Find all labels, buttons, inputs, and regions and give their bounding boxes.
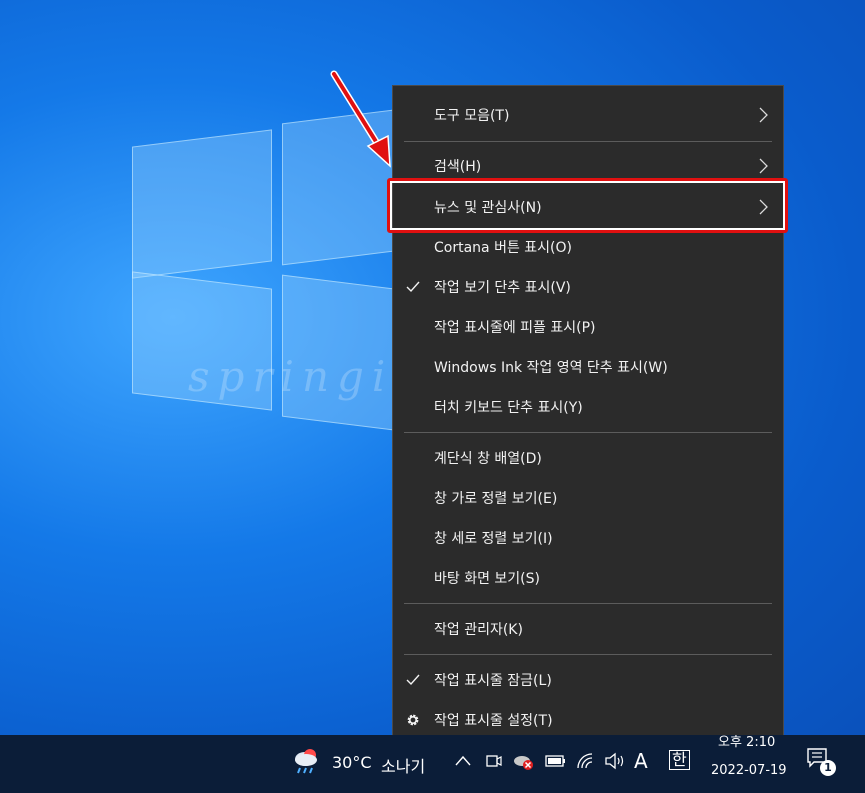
menu-item-label: 검색(H) [434, 159, 482, 175]
menu-item-cascade-windows[interactable]: 계단식 창 배열(D) [393, 438, 783, 478]
annotation-highlight-box [387, 178, 788, 233]
checkmark-icon [406, 674, 420, 686]
menu-separator [404, 603, 772, 604]
menu-item-label: 도구 모음(T) [434, 108, 510, 124]
checkmark-icon [406, 281, 420, 293]
menu-item-toolbars[interactable]: 도구 모음(T) [393, 95, 783, 135]
menu-item-label: 창 가로 정렬 보기(E) [434, 491, 558, 507]
weather-temperature[interactable]: 30°C [332, 753, 372, 772]
menu-item-label: 작업 표시줄 잠금(L) [434, 673, 552, 689]
menu-separator [404, 432, 772, 433]
menu-item-touch-keyboard[interactable]: 터치 키보드 단추 표시(Y) [393, 387, 783, 427]
menu-item-task-view-button[interactable]: 작업 보기 단추 표시(V) [393, 267, 783, 307]
weather-rain-icon[interactable] [292, 747, 322, 775]
menu-item-label: 바탕 화면 보기(S) [434, 571, 540, 587]
battery-icon[interactable] [545, 753, 567, 769]
menu-item-side-by-side[interactable]: 창 세로 정렬 보기(I) [393, 518, 783, 558]
ime-language-indicator[interactable]: A [634, 749, 648, 773]
menu-item-label: 계단식 창 배열(D) [434, 451, 542, 467]
menu-item-label: 작업 보기 단추 표시(V) [434, 280, 571, 296]
action-center-button[interactable]: 1 [806, 747, 840, 781]
chevron-up-icon[interactable] [455, 755, 471, 767]
menu-item-label: 작업 표시줄 설정(T) [434, 713, 553, 729]
watermark-text: springit [188, 352, 419, 401]
menu-item-label: 터치 키보드 단추 표시(Y) [434, 400, 583, 416]
notification-count-badge: 1 [820, 760, 836, 776]
menu-item-label: Windows Ink 작업 영역 단추 표시(W) [434, 360, 668, 376]
menu-item-windows-ink[interactable]: Windows Ink 작업 영역 단추 표시(W) [393, 347, 783, 387]
camera-icon[interactable] [485, 752, 503, 770]
logo-pane-top-left [132, 129, 272, 279]
menu-item-people[interactable]: 작업 표시줄에 피플 표시(P) [393, 307, 783, 347]
cloud-sync-error-icon[interactable] [513, 752, 535, 772]
menu-separator [404, 141, 772, 142]
taskbar: 30°C 소나기 A 한 오후 2:10 2022-07-19 1 [0, 735, 865, 793]
menu-item-label: 창 세로 정렬 보기(I) [434, 531, 553, 547]
menu-item-label: 작업 표시줄에 피플 표시(P) [434, 320, 596, 336]
ime-mode-indicator[interactable]: 한 [669, 750, 690, 770]
chevron-right-icon [759, 158, 768, 174]
chevron-right-icon [759, 107, 768, 123]
menu-separator [404, 654, 772, 655]
weather-description[interactable]: 소나기 [381, 753, 425, 777]
menu-item-lock-taskbar[interactable]: 작업 표시줄 잠금(L) [393, 660, 783, 700]
menu-item-task-manager[interactable]: 작업 관리자(K) [393, 609, 783, 649]
volume-icon[interactable] [604, 752, 626, 770]
menu-item-label: 작업 관리자(K) [434, 622, 523, 638]
clock-time: 오후 2:10 [718, 735, 776, 750]
menu-item-cortana-button[interactable]: Cortana 버튼 표시(O) [393, 227, 783, 267]
gear-icon [407, 714, 419, 726]
menu-item-stack-windows[interactable]: 창 가로 정렬 보기(E) [393, 478, 783, 518]
wifi-icon[interactable] [576, 752, 596, 770]
annotation-arrow [330, 70, 391, 168]
clock-date: 2022-07-19 [711, 763, 787, 778]
menu-item-show-desktop[interactable]: 바탕 화면 보기(S) [393, 558, 783, 598]
menu-item-label: Cortana 버튼 표시(O) [434, 240, 572, 256]
